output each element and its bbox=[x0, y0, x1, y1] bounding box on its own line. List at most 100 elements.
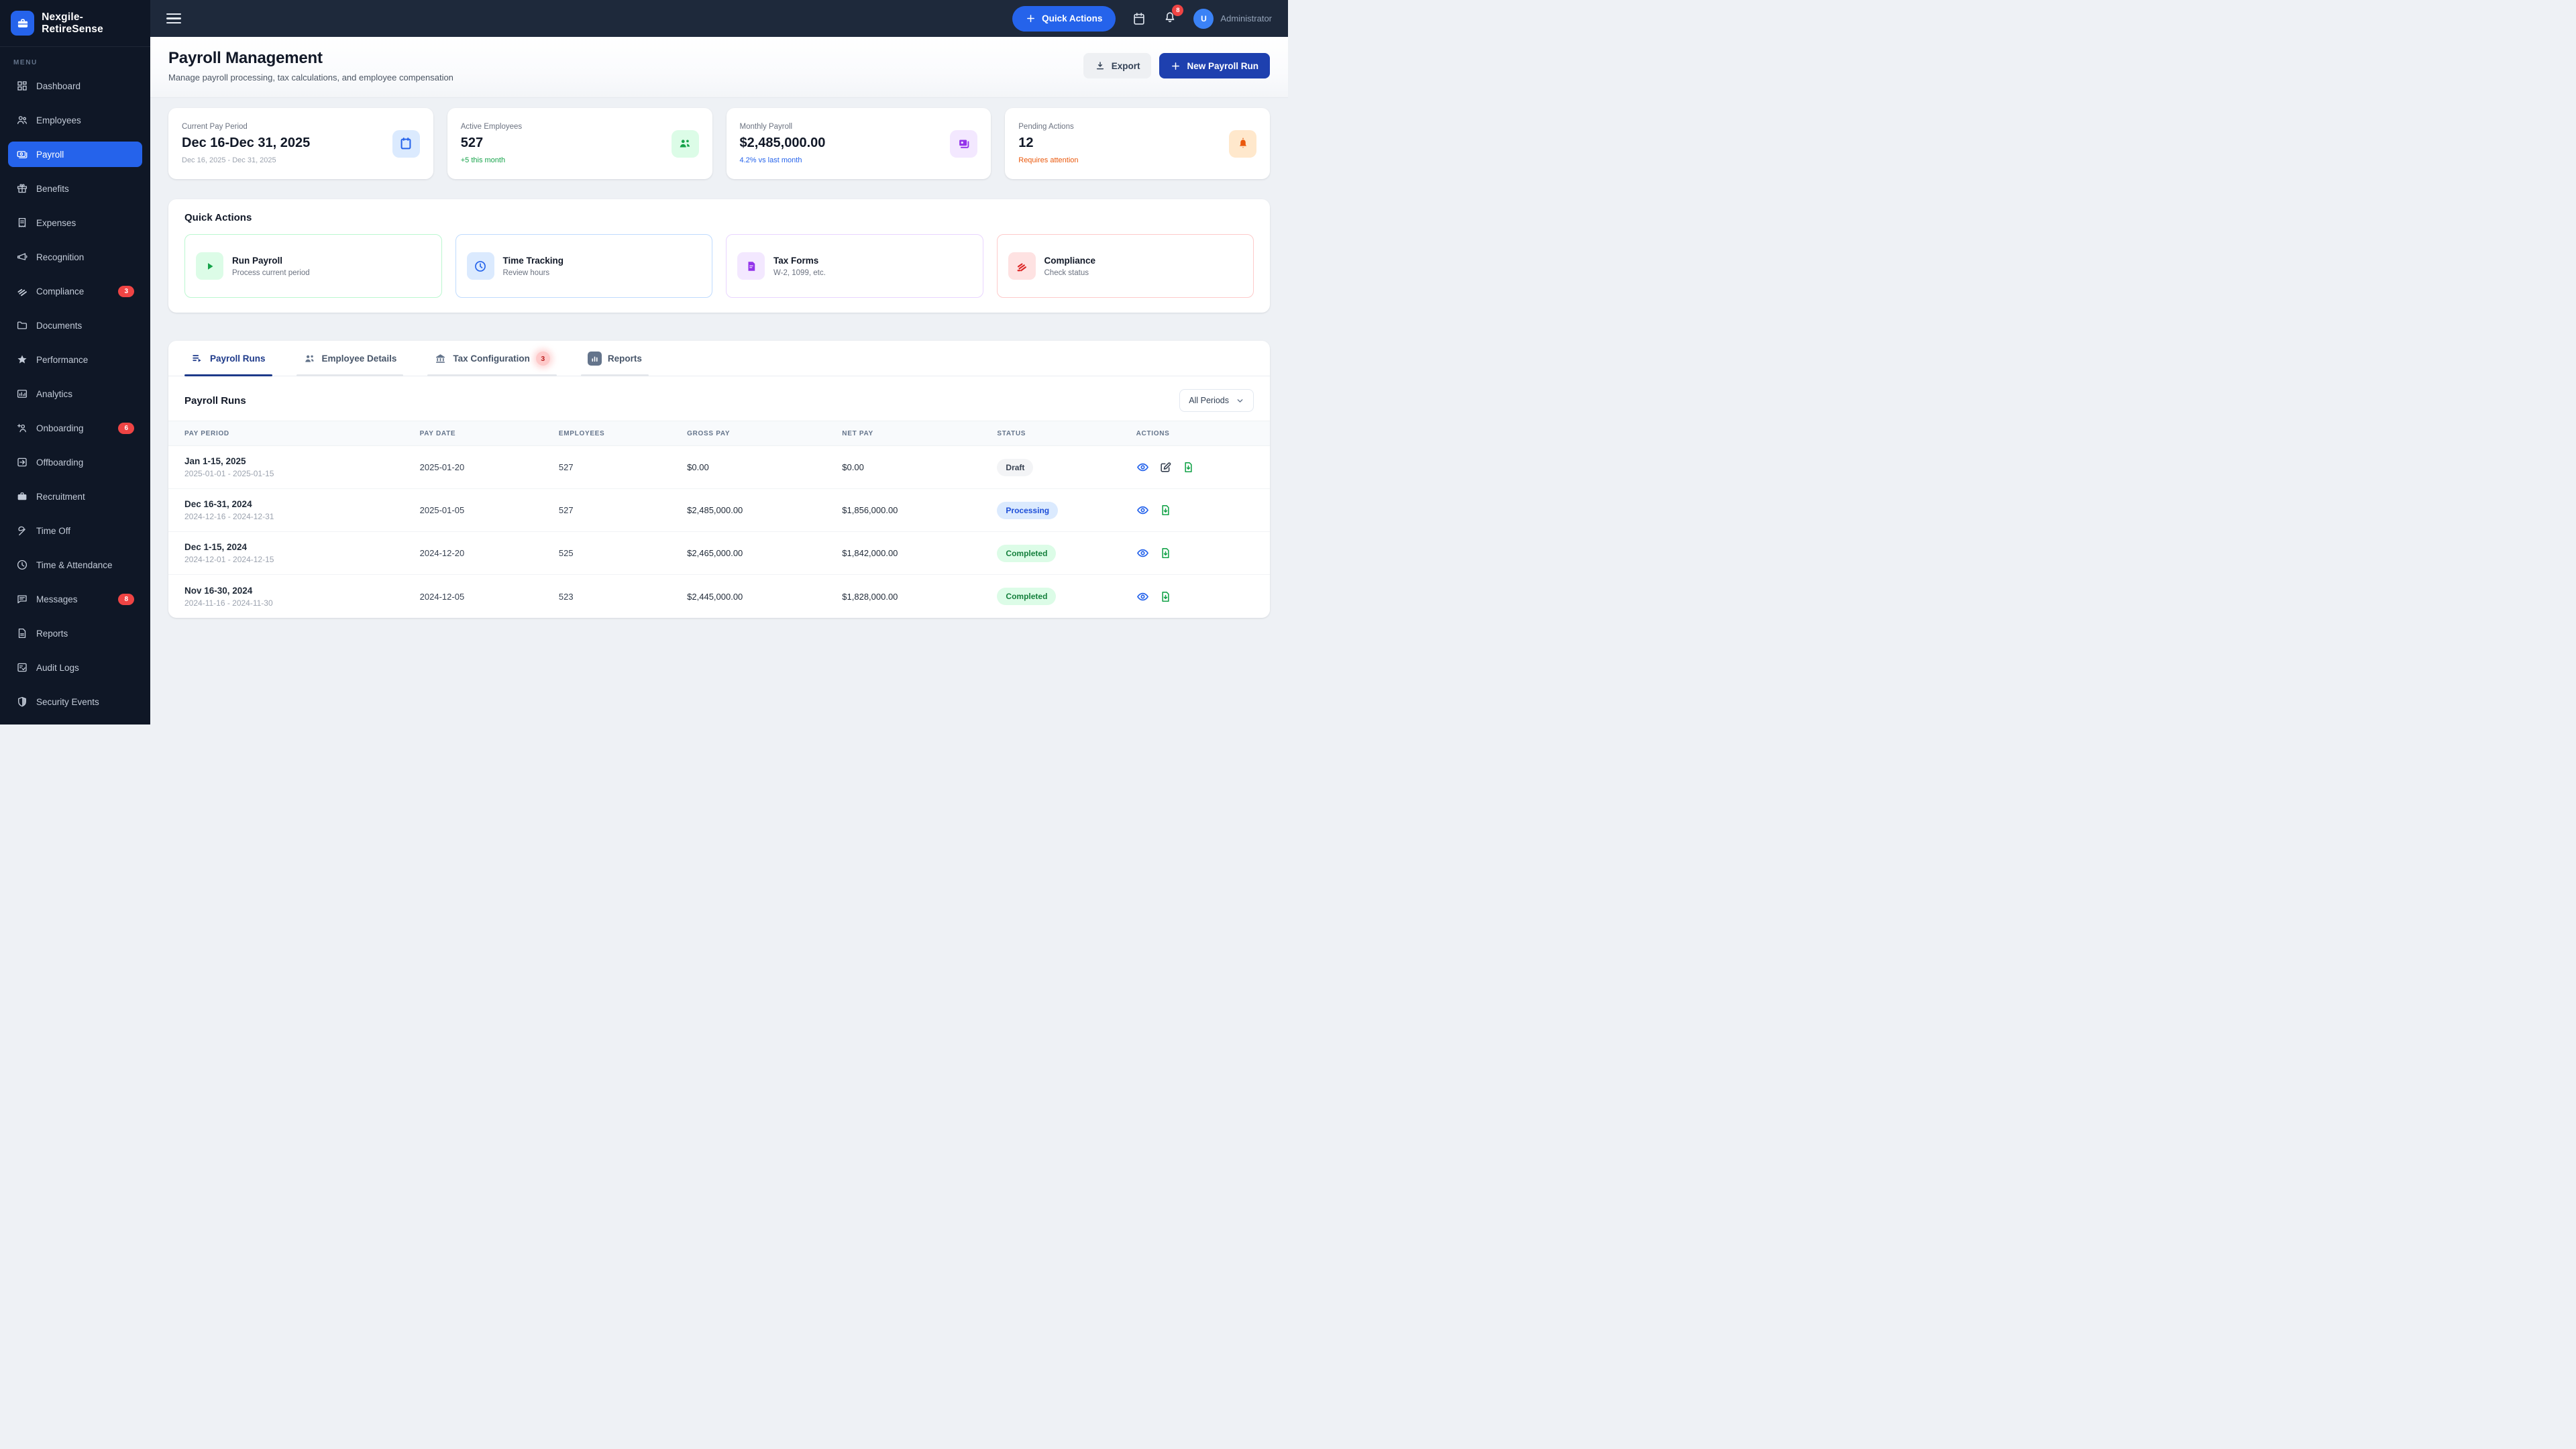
download-file-icon[interactable] bbox=[1182, 461, 1195, 474]
tab-employee-details[interactable]: Employee Details bbox=[297, 341, 404, 376]
download-file-icon[interactable] bbox=[1159, 547, 1172, 559]
messages-badge: 8 bbox=[118, 594, 134, 605]
sidebar-item-label: Messages bbox=[36, 594, 78, 604]
new-payroll-run-button[interactable]: New Payroll Run bbox=[1159, 53, 1270, 78]
quick-actions-panel: Quick Actions Run Payroll Process curren… bbox=[168, 199, 1270, 313]
view-icon[interactable] bbox=[1136, 590, 1149, 603]
sidebar-item-documents[interactable]: Documents bbox=[8, 313, 142, 338]
table-row: Dec 1-15, 2024 2024-12-01 - 2024-12-15 2… bbox=[168, 532, 1270, 575]
sidebar-nav: Dashboard Employees Payroll Benefits Exp… bbox=[0, 73, 150, 714]
sidebar-item-label: Recruitment bbox=[36, 492, 85, 502]
stat-card-current-pay-period: Current Pay Period Dec 16-Dec 31, 2025 D… bbox=[168, 108, 433, 179]
quick-action-time-tracking[interactable]: Time Tracking Review hours bbox=[455, 234, 713, 298]
sidebar-item-label: Dashboard bbox=[36, 81, 80, 91]
sidebar-item-employees[interactable]: Employees bbox=[8, 107, 142, 133]
user-menu[interactable]: U Administrator bbox=[1193, 9, 1272, 29]
table-row: Nov 16-30, 2024 2024-11-16 - 2024-11-30 … bbox=[168, 575, 1270, 618]
table-header-row: PAY PERIOD PAY DATE EMPLOYEES GROSS PAY … bbox=[168, 421, 1270, 446]
onboarding-badge: 6 bbox=[118, 423, 134, 434]
sidebar-item-label: Benefits bbox=[36, 184, 69, 194]
download-file-icon[interactable] bbox=[1159, 590, 1172, 603]
status-badge: Completed bbox=[997, 545, 1056, 562]
compliance-badge: 3 bbox=[118, 286, 134, 297]
view-icon[interactable] bbox=[1136, 461, 1149, 474]
stat-card-monthly-payroll: Monthly Payroll $2,485,000.00 4.2% vs la… bbox=[727, 108, 991, 179]
sidebar-item-offboarding[interactable]: Offboarding bbox=[8, 449, 142, 475]
scales-icon bbox=[1008, 252, 1036, 280]
menu-icon[interactable] bbox=[166, 13, 181, 24]
stats-row: Current Pay Period Dec 16-Dec 31, 2025 D… bbox=[168, 108, 1270, 179]
dashboard-icon bbox=[16, 80, 28, 92]
page-subtitle: Manage payroll processing, tax calculati… bbox=[168, 72, 453, 83]
page-content: Current Pay Period Dec 16-Dec 31, 2025 D… bbox=[150, 98, 1288, 724]
bar-chart-icon bbox=[588, 352, 602, 366]
sidebar-item-performance[interactable]: Performance bbox=[8, 347, 142, 372]
export-button[interactable]: Export bbox=[1083, 53, 1152, 78]
sidebar-item-benefits[interactable]: Benefits bbox=[8, 176, 142, 201]
briefcase-icon bbox=[11, 11, 34, 36]
alert-bell-icon bbox=[1229, 130, 1256, 158]
star-icon bbox=[16, 354, 28, 366]
sidebar-item-recognition[interactable]: Recognition bbox=[8, 244, 142, 270]
sidebar-item-onboarding[interactable]: Onboarding 6 bbox=[8, 415, 142, 441]
quick-action-tax-forms[interactable]: Tax Forms W-2, 1099, etc. bbox=[726, 234, 983, 298]
sidebar-item-recruitment[interactable]: Recruitment bbox=[8, 484, 142, 509]
play-icon bbox=[196, 252, 223, 280]
quick-action-compliance[interactable]: Compliance Check status bbox=[997, 234, 1254, 298]
plus-icon bbox=[1026, 13, 1036, 23]
sidebar-item-label: Offboarding bbox=[36, 458, 83, 468]
sidebar-item-time-attendance[interactable]: Time & Attendance bbox=[8, 552, 142, 578]
tab-payroll-runs[interactable]: Payroll Runs bbox=[184, 341, 272, 376]
sidebar-item-analytics[interactable]: Analytics bbox=[8, 381, 142, 407]
sidebar-item-expenses[interactable]: Expenses bbox=[8, 210, 142, 235]
folder-icon bbox=[16, 319, 28, 331]
employees-icon bbox=[16, 114, 28, 126]
sidebar-item-label: Payroll bbox=[36, 150, 64, 160]
clock-icon bbox=[467, 252, 494, 280]
sidebar-item-audit-logs[interactable]: Audit Logs bbox=[8, 655, 142, 680]
analytics-icon bbox=[16, 388, 28, 400]
stat-card-pending-actions: Pending Actions 12 Requires attention bbox=[1005, 108, 1270, 179]
tab-reports[interactable]: Reports bbox=[581, 341, 649, 376]
stat-card-active-employees: Active Employees 527 +5 this month bbox=[447, 108, 712, 179]
briefcase-icon bbox=[16, 490, 28, 502]
view-icon[interactable] bbox=[1136, 504, 1149, 517]
chat-icon bbox=[16, 593, 28, 605]
clock-icon bbox=[16, 559, 28, 571]
megaphone-icon bbox=[16, 251, 28, 263]
quick-actions-title: Quick Actions bbox=[184, 212, 1254, 223]
sidebar-item-label: Expenses bbox=[36, 218, 76, 228]
sidebar-item-reports[interactable]: Reports bbox=[8, 621, 142, 646]
tab-bar: Payroll Runs Employee Details Tax Config… bbox=[168, 341, 1270, 376]
exit-icon bbox=[16, 456, 28, 468]
sidebar-item-messages[interactable]: Messages 8 bbox=[8, 586, 142, 612]
sidebar-item-label: Employees bbox=[36, 115, 81, 125]
sidebar-item-payroll[interactable]: Payroll bbox=[8, 142, 142, 167]
brand-name: Nexgile-RetireSense bbox=[42, 11, 140, 36]
view-icon[interactable] bbox=[1136, 547, 1149, 559]
sidebar-item-compliance[interactable]: Compliance 3 bbox=[8, 278, 142, 304]
sidebar-item-time-off[interactable]: Time Off bbox=[8, 518, 142, 543]
sidebar-item-security-events[interactable]: Security Events bbox=[8, 689, 142, 714]
period-filter-select[interactable]: All Periods bbox=[1179, 389, 1254, 412]
sidebar-item-dashboard[interactable]: Dashboard bbox=[8, 73, 142, 99]
sidebar-item-label: Onboarding bbox=[36, 423, 84, 433]
notifications-button[interactable]: 8 bbox=[1163, 9, 1177, 28]
edit-icon[interactable] bbox=[1159, 461, 1172, 474]
download-file-icon[interactable] bbox=[1159, 504, 1172, 517]
payroll-table-card: Payroll Runs Employee Details Tax Config… bbox=[168, 341, 1270, 618]
stat-value: $2,485,000.00 bbox=[740, 136, 826, 151]
sidebar-item-label: Analytics bbox=[36, 389, 72, 399]
calendar-icon[interactable] bbox=[1132, 11, 1146, 26]
quick-action-run-payroll[interactable]: Run Payroll Process current period bbox=[184, 234, 442, 298]
audit-icon bbox=[16, 661, 28, 674]
receipt-icon bbox=[16, 217, 28, 229]
sidebar-item-label: Time & Attendance bbox=[36, 560, 113, 570]
quick-actions-button[interactable]: Quick Actions bbox=[1012, 6, 1116, 32]
sidebar-item-label: Documents bbox=[36, 321, 82, 331]
main-area: Quick Actions 8 U Administrator Payroll … bbox=[150, 0, 1288, 724]
user-plus-icon bbox=[16, 422, 28, 434]
page-header: Payroll Management Manage payroll proces… bbox=[150, 37, 1288, 98]
tab-tax-configuration[interactable]: Tax Configuration 3 bbox=[427, 341, 557, 376]
flag-icon bbox=[16, 525, 28, 537]
